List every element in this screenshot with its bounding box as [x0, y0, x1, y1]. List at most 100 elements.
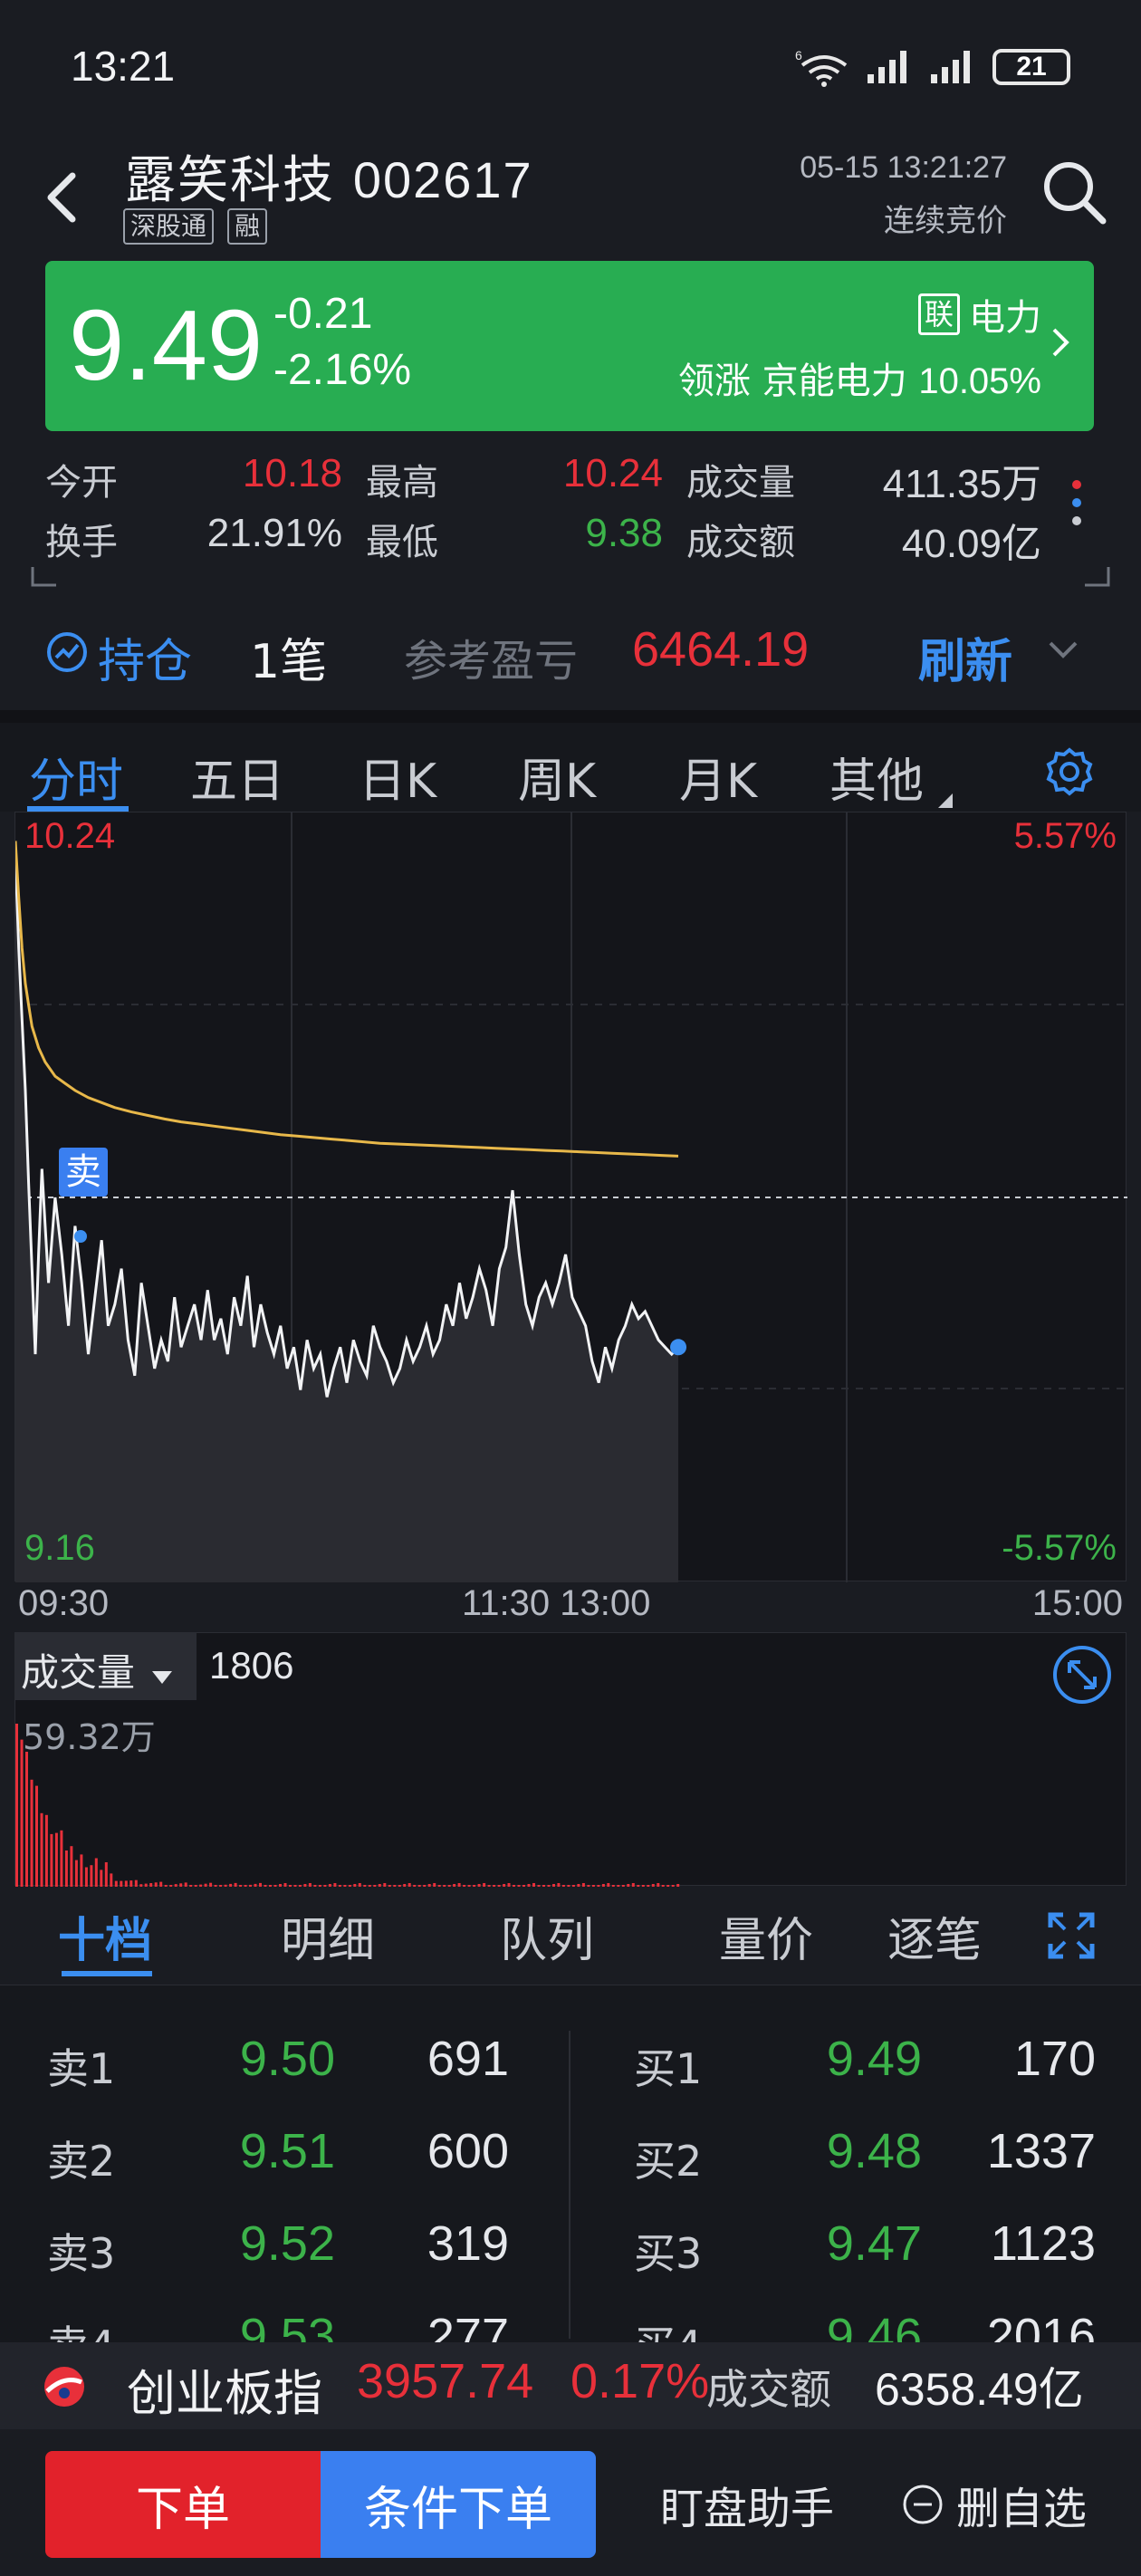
volume-bar [289, 1885, 292, 1887]
volume-bar [64, 1850, 68, 1887]
volume-bar [20, 1739, 24, 1887]
volume-bar [611, 1885, 615, 1887]
tab-weekly-k[interactable]: 周K [518, 743, 596, 811]
price-banner[interactable]: 9.49 -0.21 -2.16% 联 电力 领涨 京能电力 10.05% [45, 261, 1094, 431]
volume-selector[interactable]: 成交量 [15, 1633, 197, 1700]
remove-watchlist-label: 删自选 [956, 2484, 1088, 2534]
ask-3-label: 卖3 [47, 2229, 116, 2278]
fullscreen-icon[interactable] [1047, 1911, 1096, 1960]
sell-marker[interactable]: 卖 [59, 1148, 108, 1197]
volume-selector-label: 成交量 [21, 1650, 136, 1695]
more-icon[interactable] [1072, 480, 1083, 534]
volume-bar [164, 1885, 168, 1887]
index-ticker[interactable]: 创业板指 3957.74 0.17% 成交额 6358.49亿 [0, 2342, 1141, 2429]
search-icon[interactable] [1040, 158, 1108, 226]
ask-2-label: 卖2 [47, 2137, 116, 2186]
volume-bar [537, 1885, 541, 1887]
tab-details[interactable]: 明细 [281, 1902, 375, 1970]
position-label[interactable]: 持仓 [98, 623, 192, 691]
signal-icon [868, 51, 906, 83]
period-tabs: 分时 五日 日K 周K 月K 其他 [0, 710, 1141, 812]
bid-3-price[interactable]: 9.47 [768, 2216, 922, 2272]
volume-bar [338, 1885, 341, 1887]
ask-3-price[interactable]: 9.52 [181, 2216, 335, 2272]
volume-bar [159, 1881, 163, 1887]
volume-bar [358, 1883, 361, 1887]
watch-helper-button[interactable]: 盯盘助手 [625, 2451, 869, 2558]
change-percent: -2.16% [273, 346, 412, 394]
minus-circle-icon [903, 2485, 943, 2524]
back-arrow-icon[interactable] [36, 161, 91, 234]
index-name: 创业板指 [127, 2365, 322, 2422]
orderbook-divider [569, 2031, 570, 2339]
tab-intraday[interactable]: 分时 [29, 743, 123, 811]
tab-ten-levels[interactable]: 十档 [58, 1902, 152, 1970]
volume-bar [527, 1884, 531, 1887]
svg-text:6: 6 [795, 48, 802, 62]
active-tab-underline [62, 1971, 152, 1976]
bid-2-volume: 1337 [986, 2124, 1096, 2178]
volume-bar [503, 1884, 506, 1887]
volume-bar [328, 1884, 331, 1887]
tab-other[interactable]: 其他 [829, 743, 924, 811]
leader-name: 京能电力 [762, 360, 907, 402]
battery-icon: 21 [992, 49, 1070, 85]
volume-label: 成交量 [686, 462, 795, 504]
volume-bar [283, 1883, 287, 1887]
tab-queue[interactable]: 队列 [500, 1902, 594, 1970]
bid-1-label: 买1 [634, 2044, 703, 2093]
volume-bar [15, 1724, 18, 1887]
bid-1-price[interactable]: 9.49 [768, 2031, 922, 2087]
volume-bar [264, 1885, 267, 1887]
volume-bar [110, 1873, 113, 1887]
tab-daily-k[interactable]: 日K [359, 743, 436, 811]
volume-bar [124, 1880, 128, 1887]
wifi-icon: 6 [795, 48, 848, 87]
trend-circle-icon [47, 632, 87, 672]
chevron-down-icon[interactable] [1047, 639, 1079, 661]
tab-monthly-k[interactable]: 月K [679, 743, 757, 811]
tab-five-day[interactable]: 五日 [190, 743, 284, 811]
volume-bar [607, 1883, 610, 1887]
intraday-chart[interactable]: 10.24 5.57% 9.16 -5.57% 卖 [14, 812, 1127, 1582]
volume-bar [25, 1752, 28, 1887]
volume-bar [129, 1880, 133, 1887]
time-start-label: 09:30 [18, 1583, 110, 1623]
signal-icon-2 [931, 51, 970, 83]
bid-2-price[interactable]: 9.48 [768, 2123, 922, 2179]
volume-bar [40, 1812, 43, 1887]
volume-bar [601, 1884, 605, 1887]
volume-bar [343, 1885, 347, 1887]
volume-bar [621, 1885, 625, 1887]
volume-bar [587, 1885, 590, 1887]
ask-1-price[interactable]: 9.50 [181, 2031, 335, 2087]
refresh-button[interactable]: 刷新 [918, 623, 1012, 691]
ask-2-volume: 600 [427, 2124, 509, 2178]
volume-bar [657, 1883, 660, 1887]
gear-icon[interactable] [1043, 746, 1096, 799]
volume-bar [144, 1883, 148, 1887]
volume-bar [154, 1882, 158, 1887]
volume-bar [597, 1885, 600, 1887]
conditional-order-button[interactable]: 条件下单 [321, 2451, 596, 2558]
ask-2-price[interactable]: 9.51 [181, 2123, 335, 2179]
expand-icon[interactable] [1051, 1644, 1113, 1706]
volume-bar [219, 1885, 223, 1887]
position-row: 持仓 1笔 参考盈亏 6464.19 刷新 [0, 607, 1141, 701]
volume-bar [80, 1854, 83, 1887]
volume-bar [517, 1885, 521, 1887]
order-button[interactable]: 下单 [45, 2451, 321, 2558]
volume-bar [90, 1865, 93, 1887]
volume-bar [483, 1883, 486, 1887]
volume-bar [437, 1885, 441, 1887]
volume-bar [637, 1885, 640, 1887]
volume-bar [532, 1883, 535, 1887]
volume-bar [100, 1870, 103, 1887]
remove-watchlist-button[interactable]: 删自选 [902, 2451, 1110, 2558]
volume-bar [447, 1885, 451, 1887]
volume-bar [453, 1884, 456, 1887]
tab-volume-price[interactable]: 量价 [719, 1902, 813, 1970]
volume-bar [209, 1882, 213, 1887]
tab-tick-by-tick[interactable]: 逐笔 [887, 1902, 1000, 1970]
volume-bar [179, 1883, 183, 1887]
